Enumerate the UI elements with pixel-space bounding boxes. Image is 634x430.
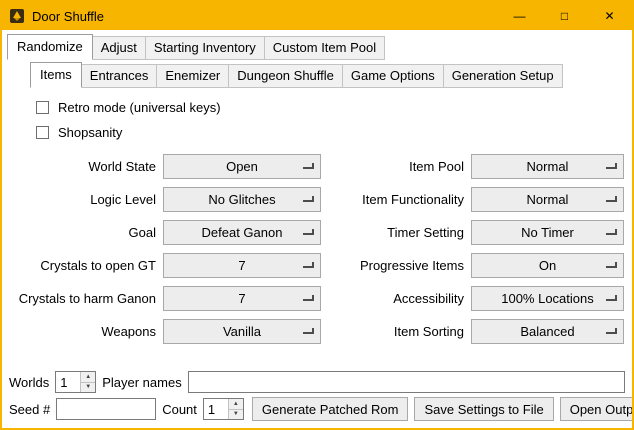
sub-tab-bar: Items Entrances Enemizer Dungeon Shuffle…: [2, 60, 632, 88]
item-functionality-dropdown[interactable]: Normal: [471, 187, 624, 212]
seed-label: Seed #: [9, 402, 50, 417]
count-input[interactable]: [204, 399, 228, 419]
spin-down-icon[interactable]: ▼: [81, 382, 95, 393]
crystals-open-gt-dropdown[interactable]: 7: [163, 253, 321, 278]
tab-generation-setup[interactable]: Generation Setup: [443, 64, 563, 88]
accessibility-dropdown[interactable]: 100% Locations: [471, 286, 624, 311]
bottom-bar: Worlds ▲ ▼ Player names Seed # Count ▲ ▼: [2, 369, 632, 428]
player-names-input[interactable]: [188, 371, 625, 393]
goal-label: Goal: [129, 225, 156, 240]
dropdown-indicator-icon: [303, 196, 314, 202]
worlds-label: Worlds: [9, 375, 49, 390]
progressive-items-label: Progressive Items: [360, 258, 464, 273]
main-tab-bar: Randomize Adjust Starting Inventory Cust…: [2, 30, 632, 60]
worlds-stepper[interactable]: ▲ ▼: [55, 371, 96, 393]
tab-entrances[interactable]: Entrances: [81, 64, 158, 88]
item-sorting-value: Balanced: [520, 324, 574, 339]
close-icon[interactable]: ✕: [587, 2, 632, 30]
tab-items[interactable]: Items: [30, 62, 82, 88]
count-stepper[interactable]: ▲ ▼: [203, 398, 244, 420]
window-title: Door Shuffle: [32, 9, 104, 24]
dropdown-indicator-icon: [606, 163, 617, 169]
dropdown-indicator-icon: [303, 328, 314, 334]
timer-setting-value: No Timer: [521, 225, 574, 240]
worlds-input[interactable]: [56, 372, 80, 392]
dropdown-indicator-icon: [303, 163, 314, 169]
retro-mode-checkbox[interactable]: [36, 101, 49, 114]
seed-input[interactable]: [56, 398, 156, 420]
logic-level-dropdown[interactable]: No Glitches: [163, 187, 321, 212]
minimize-icon[interactable]: —: [497, 2, 542, 30]
crystals-open-gt-label: Crystals to open GT: [40, 258, 156, 273]
item-sorting-dropdown[interactable]: Balanced: [471, 319, 624, 344]
dropdown-indicator-icon: [606, 196, 617, 202]
tab-adjust[interactable]: Adjust: [92, 36, 146, 60]
count-stepper-arrows: ▲ ▼: [228, 399, 243, 419]
accessibility-label: Accessibility: [393, 291, 464, 306]
logic-level-label: Logic Level: [90, 192, 156, 207]
dropdown-indicator-icon: [303, 229, 314, 235]
app-icon: [9, 8, 25, 24]
tab-randomize[interactable]: Randomize: [7, 34, 93, 60]
titlebar[interactable]: Door Shuffle — □ ✕: [2, 2, 632, 30]
item-sorting-label: Item Sorting: [394, 324, 464, 339]
spin-up-icon[interactable]: ▲: [81, 372, 95, 382]
progressive-items-value: On: [539, 258, 556, 273]
worlds-row: Worlds ▲ ▼ Player names: [2, 369, 632, 395]
dropdown-indicator-icon: [606, 262, 617, 268]
generate-patched-rom-button[interactable]: Generate Patched Rom: [252, 397, 409, 421]
item-pool-value: Normal: [527, 159, 569, 174]
goal-value: Defeat Ganon: [202, 225, 283, 240]
timer-setting-dropdown[interactable]: No Timer: [471, 220, 624, 245]
crystals-harm-ganon-label: Crystals to harm Ganon: [19, 291, 156, 306]
retro-mode-checkbox-row[interactable]: Retro mode (universal keys): [36, 100, 632, 115]
tab-dungeon-shuffle[interactable]: Dungeon Shuffle: [228, 64, 343, 88]
save-settings-button[interactable]: Save Settings to File: [414, 397, 553, 421]
crystals-harm-ganon-dropdown[interactable]: 7: [163, 286, 321, 311]
world-state-label: World State: [88, 159, 156, 174]
dropdown-indicator-icon: [303, 262, 314, 268]
dropdown-indicator-icon: [606, 328, 617, 334]
retro-mode-label: Retro mode (universal keys): [58, 100, 221, 115]
weapons-dropdown[interactable]: Vanilla: [163, 319, 321, 344]
open-output-directory-button[interactable]: Open Output Directory: [560, 397, 634, 421]
count-label: Count: [162, 402, 197, 417]
player-names-label: Player names: [102, 375, 181, 390]
accessibility-value: 100% Locations: [501, 291, 594, 306]
window-controls: — □ ✕: [497, 2, 632, 30]
items-panel: Retro mode (universal keys) Shopsanity W…: [2, 88, 632, 369]
crystals-open-gt-value: 7: [238, 258, 245, 273]
tab-enemizer[interactable]: Enemizer: [156, 64, 229, 88]
item-pool-dropdown[interactable]: Normal: [471, 154, 624, 179]
progressive-items-dropdown[interactable]: On: [471, 253, 624, 278]
shopsanity-checkbox[interactable]: [36, 126, 49, 139]
world-state-value: Open: [226, 159, 258, 174]
tab-starting-inventory[interactable]: Starting Inventory: [145, 36, 265, 60]
timer-setting-label: Timer Setting: [387, 225, 464, 240]
spin-down-icon[interactable]: ▼: [229, 409, 243, 420]
app-window: Door Shuffle — □ ✕ Randomize Adjust Star…: [0, 0, 634, 430]
tab-game-options[interactable]: Game Options: [342, 64, 444, 88]
shopsanity-checkbox-row[interactable]: Shopsanity: [36, 125, 632, 140]
settings-grid: World State Open Item Pool Normal Logic …: [28, 154, 632, 344]
weapons-label: Weapons: [101, 324, 156, 339]
dropdown-indicator-icon: [606, 229, 617, 235]
maximize-icon[interactable]: □: [542, 2, 587, 30]
crystals-harm-ganon-value: 7: [238, 291, 245, 306]
weapons-value: Vanilla: [223, 324, 261, 339]
seed-row: Seed # Count ▲ ▼ Generate Patched Rom Sa…: [2, 395, 632, 423]
dropdown-indicator-icon: [303, 295, 314, 301]
dropdown-indicator-icon: [606, 295, 617, 301]
world-state-dropdown[interactable]: Open: [163, 154, 321, 179]
goal-dropdown[interactable]: Defeat Ganon: [163, 220, 321, 245]
item-functionality-label: Item Functionality: [362, 192, 464, 207]
worlds-stepper-arrows: ▲ ▼: [80, 372, 95, 392]
shopsanity-label: Shopsanity: [58, 125, 122, 140]
tab-custom-item-pool[interactable]: Custom Item Pool: [264, 36, 385, 60]
spin-up-icon[interactable]: ▲: [229, 399, 243, 409]
item-pool-label: Item Pool: [409, 159, 464, 174]
item-functionality-value: Normal: [527, 192, 569, 207]
logic-level-value: No Glitches: [208, 192, 275, 207]
